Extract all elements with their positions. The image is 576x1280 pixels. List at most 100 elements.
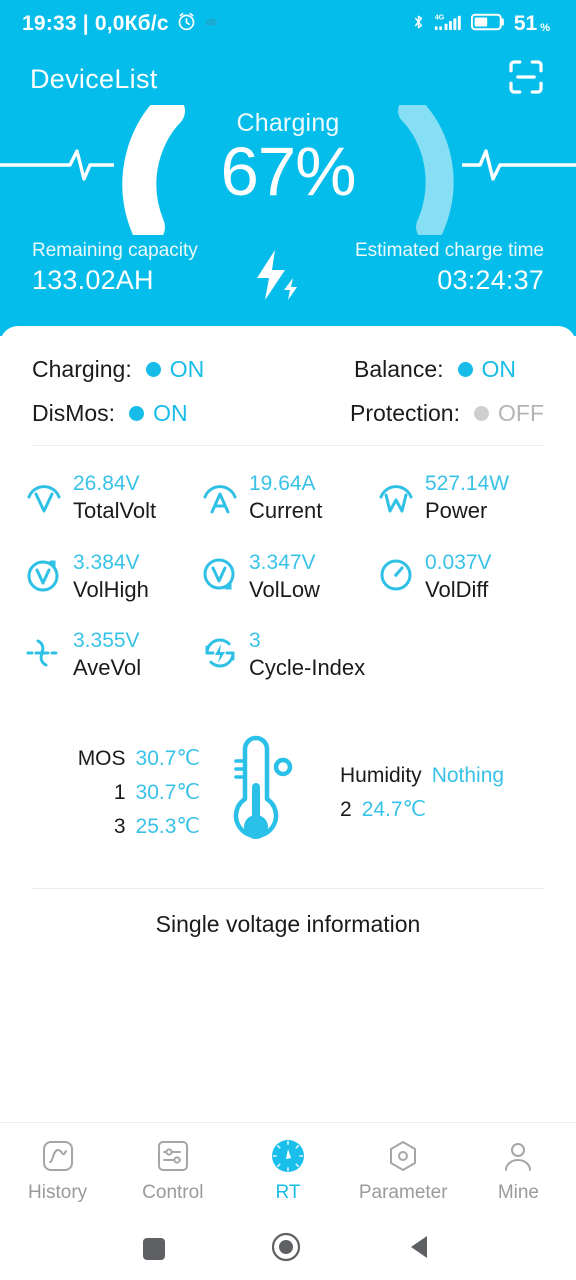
metric-label: AveVol <box>73 655 142 681</box>
estimated-charge-time-label: Estimated charge time <box>354 240 544 261</box>
metric-value: 0.037V <box>425 550 492 574</box>
volt-low-icon <box>200 551 240 595</box>
status-dot-icon <box>457 362 473 377</box>
metric-label: Cycle-Index <box>249 655 366 681</box>
metric-label: VolDiff <box>425 576 489 602</box>
remaining-capacity-block: Remaining capacity 133.02AH <box>32 240 198 296</box>
tab-mine[interactable]: Mine <box>461 1137 576 1204</box>
average-voltage-icon <box>24 629 64 673</box>
metric-value: 527.14W <box>425 472 510 495</box>
app-bar: DeviceList <box>0 48 576 110</box>
metric-label: VolLow <box>249 576 320 602</box>
metric-cycle-index[interactable]: 3 Cycle-Index <box>200 629 365 682</box>
metric-value: 3 <box>249 629 261 653</box>
charging-status-label: Charging <box>236 109 340 137</box>
status-toggle-balance[interactable]: Balance: ON <box>332 356 544 383</box>
capacity-row: Remaining capacity 133.02AH Estimated ch… <box>0 240 576 320</box>
temperature-key: 1 <box>113 781 126 805</box>
status-bar-clock: 19:33 | 0,0Кб/с <box>22 12 169 35</box>
status-toggle-label: DisMos: <box>32 400 116 426</box>
single-voltage-section-title: Single voltage information <box>155 910 421 937</box>
metric-avevol[interactable]: 3.355V AveVol <box>24 629 200 682</box>
metric-totalvolt[interactable]: 26.84V TotalVolt <box>24 472 200 525</box>
hexagon-icon <box>386 1137 420 1175</box>
triangle-back-icon[interactable] <box>407 1233 433 1266</box>
system-navigation-bar <box>0 1218 576 1280</box>
metric-volhigh[interactable]: 3.384V VolHigh <box>24 551 200 604</box>
alarm-icon <box>176 11 197 37</box>
square-icon[interactable] <box>143 1238 165 1260</box>
lightning-bolt-icon <box>245 240 307 307</box>
metrics-grid: 26.84V TotalVolt 19.64A Current 527.14W … <box>0 446 576 682</box>
metrics-row: 26.84V TotalVolt 19.64A Current 527.14W … <box>24 472 552 525</box>
status-toggle-label: Protection: <box>350 400 460 426</box>
metric-value: 3.347V <box>249 550 316 574</box>
metric-value: 19.64A <box>249 472 316 495</box>
temperature-item: 2 24.7℃ <box>340 797 576 822</box>
chart-icon <box>41 1137 75 1175</box>
battery-percent-sign: % <box>540 22 550 34</box>
temperature-key: 2 <box>340 797 352 821</box>
metric-voldiff[interactable]: 0.037V VolDiff <box>376 551 552 604</box>
scan-icon[interactable] <box>506 57 546 102</box>
status-toggle-state: ON <box>169 356 205 382</box>
ampere-meter-icon <box>200 472 240 516</box>
metrics-row: 3.355V AveVol 3 Cycle-Index <box>24 629 552 682</box>
metric-value: 3.355V <box>73 629 140 653</box>
status-toggle-grid: Charging: ON Balance: ON DisMos: ON Prot… <box>0 326 576 427</box>
temperature-value: 25.3℃ <box>135 815 200 839</box>
volt-high-icon <box>24 551 64 595</box>
status-toggle-dismos[interactable]: DisMos: ON <box>32 400 328 427</box>
tab-label: RT <box>275 1182 301 1203</box>
metric-current[interactable]: 19.64A Current <box>200 472 376 525</box>
estimated-time-block: Estimated charge time 03:24:37 <box>355 240 544 296</box>
metric-value: 3.384V <box>73 550 140 574</box>
status-toggle-state: OFF <box>498 400 544 426</box>
tab-rt[interactable]: RT <box>230 1137 345 1204</box>
bluetooth-icon <box>410 11 427 38</box>
signal-bars-icon: 4G <box>434 11 464 38</box>
humidity-item: Humidity Nothing <box>340 764 576 788</box>
status-dot-icon <box>474 406 489 421</box>
status-dot-icon <box>129 406 145 421</box>
tab-history[interactable]: History <box>0 1137 115 1204</box>
page-title: DeviceList <box>30 63 158 94</box>
status-toggle-charging[interactable]: Charging: ON <box>32 356 332 383</box>
temperature-item: 1 30.7℃ <box>114 780 200 805</box>
metric-vollow[interactable]: 3.347V VolLow <box>200 551 376 604</box>
tab-label: Mine <box>497 1182 539 1203</box>
temperature-value: 30.7℃ <box>135 747 200 771</box>
volt-meter-icon <box>24 472 64 516</box>
battery-icon <box>470 12 507 37</box>
status-bar-right: 4G 51 % <box>410 11 554 38</box>
tab-label: History <box>28 1182 88 1203</box>
temperature-left-list: MOS 30.7℃ 1 30.7℃ 3 25.3℃ <box>0 746 200 839</box>
metric-value: 26.84V <box>73 472 140 495</box>
metrics-row: 3.384V VolHigh 3.347V VolLow 0.037V VolD… <box>24 551 552 604</box>
status-dot-icon <box>145 362 161 377</box>
gauge-dial-icon <box>270 1137 306 1175</box>
metric-label: TotalVolt <box>73 498 157 524</box>
bottom-navigation: History Control RT Parameter Mine <box>0 1122 576 1218</box>
temperature-section: MOS 30.7℃ 1 30.7℃ 3 25.3℃ Humidity Nothi… <box>0 708 576 878</box>
person-icon <box>501 1137 535 1175</box>
status-toggle-protection[interactable]: Protection: OFF <box>328 400 544 427</box>
status-toggle-label: Balance: <box>354 356 444 382</box>
details-card: Charging: ON Balance: ON DisMos: ON Prot… <box>0 326 576 1122</box>
humidity-value: Nothing <box>431 763 505 787</box>
temperature-right-list: Humidity Nothing 2 24.7℃ <box>310 764 576 822</box>
estimated-charge-time-value: 03:24:37 <box>437 265 544 295</box>
status-toggle-state: ON <box>481 356 517 382</box>
remaining-capacity-value: 133.02AH <box>32 265 154 295</box>
metric-power[interactable]: 527.14W Power <box>376 472 552 525</box>
tab-control[interactable]: Control <box>115 1137 230 1204</box>
circle-icon[interactable] <box>271 1232 301 1267</box>
status-bar-left: 19:33 | 0,0Кб/с <box>22 11 219 37</box>
status-bar: 19:33 | 0,0Кб/с 4G 51 % <box>0 0 576 48</box>
temperature-value: 24.7℃ <box>361 797 427 821</box>
gauge-icon <box>376 551 416 595</box>
temperature-item: 3 25.3℃ <box>114 814 200 839</box>
status-toggle-row: Charging: ON Balance: ON <box>32 356 544 383</box>
tab-parameter[interactable]: Parameter <box>346 1137 461 1204</box>
sliders-icon <box>156 1137 190 1175</box>
